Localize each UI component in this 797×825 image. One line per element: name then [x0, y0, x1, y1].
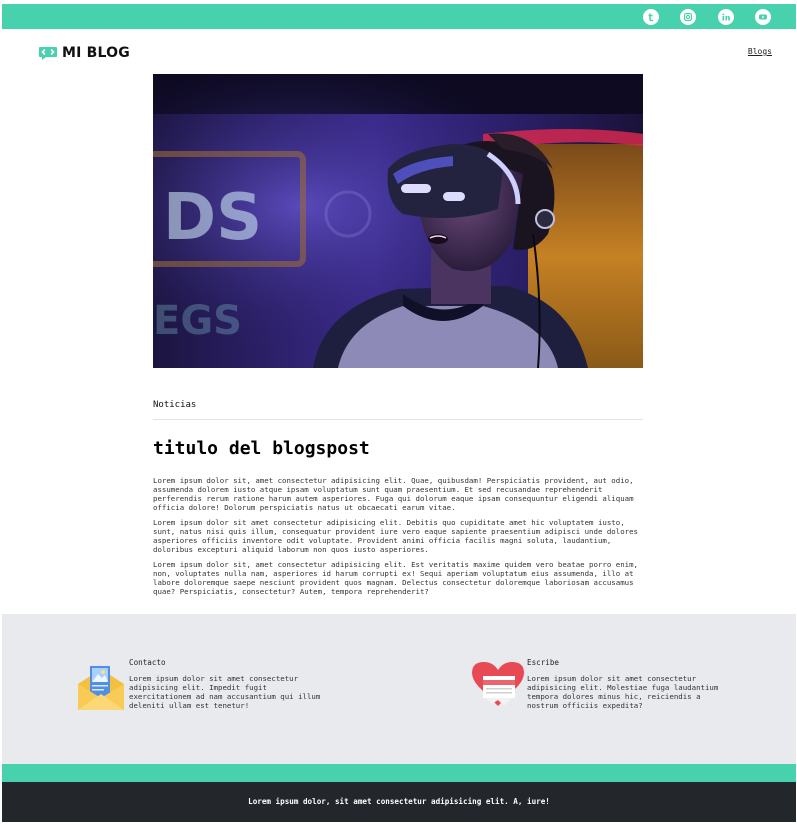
- contact-block: Contacto Lorem ipsum dolor sit amet cons…: [129, 658, 329, 710]
- code-chat-logo-icon: [39, 46, 57, 60]
- post-paragraph: Lorem ipsum dolor sit, amet consectetur …: [153, 560, 638, 596]
- post-category: Noticias: [153, 400, 197, 410]
- hero-image: DS EGS: [153, 74, 643, 368]
- divider: [153, 419, 643, 420]
- brand-name: MI BLOG: [62, 45, 130, 61]
- footer-accent-bar: [2, 764, 796, 782]
- svg-text:EGS: EGS: [153, 298, 242, 344]
- top-social-bar: [2, 4, 796, 29]
- write-title: Escribe: [527, 658, 560, 667]
- youtube-icon[interactable]: [755, 9, 771, 25]
- post-body: Lorem ipsum dolor sit, amet consectetur …: [153, 476, 643, 602]
- write-text: Lorem ipsum dolor sit amet consectetur a…: [527, 674, 719, 710]
- footer-bar: Lorem ipsum dolor, sit amet consectetur …: [2, 782, 796, 822]
- tumblr-icon[interactable]: [643, 9, 659, 25]
- post-paragraph: Lorem ipsum dolor sit amet consectetur a…: [153, 518, 638, 554]
- info-section: Contacto Lorem ipsum dolor sit amet cons…: [2, 614, 796, 764]
- footer-text: Lorem ipsum dolor, sit amet consectetur …: [248, 797, 550, 806]
- heart-document-icon: [472, 662, 524, 706]
- write-block: Escribe Lorem ipsum dolor sit amet conse…: [527, 658, 727, 710]
- brand-link[interactable]: MI BLOG: [38, 45, 130, 61]
- linkedin-icon[interactable]: [718, 9, 734, 25]
- nav-blogs-link[interactable]: Blogs: [748, 47, 772, 56]
- post-paragraph: Lorem ipsum dolor sit, amet consectetur …: [153, 476, 634, 512]
- envelope-icon: [78, 666, 124, 710]
- navbar: MI BLOG Blogs: [0, 29, 797, 73]
- contact-text: Lorem ipsum dolor sit amet consectetur a…: [129, 674, 321, 710]
- contact-title: Contacto: [129, 658, 166, 667]
- post-title: titulo del blogspost: [153, 438, 370, 459]
- svg-text:DS: DS: [163, 181, 262, 255]
- instagram-icon[interactable]: [680, 9, 696, 25]
